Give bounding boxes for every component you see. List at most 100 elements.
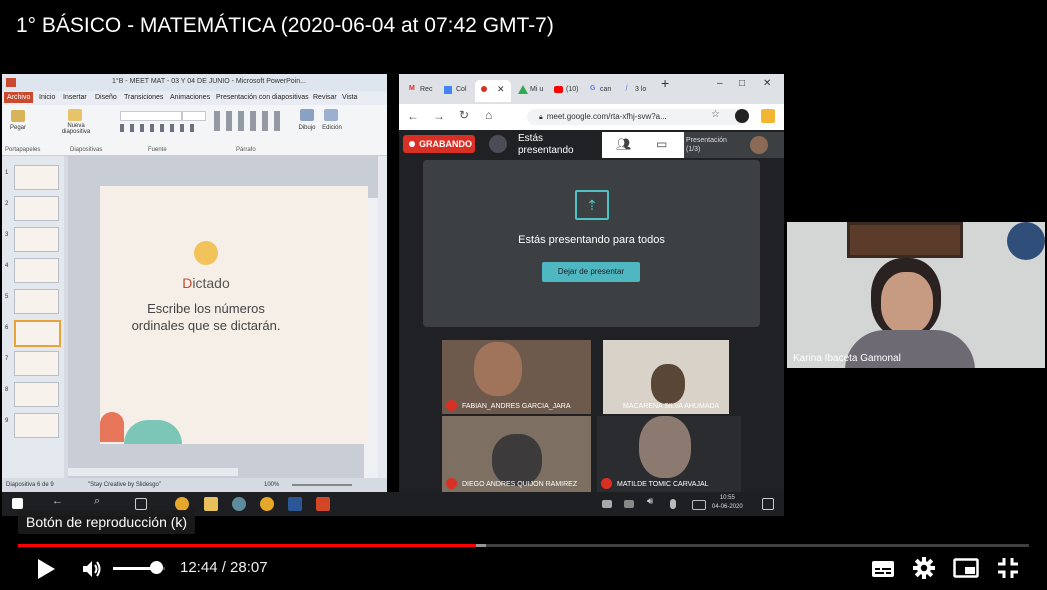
participant-tile[interactable]: MACARENA SILVA AHUMADA (603, 340, 729, 414)
app-taskbar-icon[interactable] (232, 497, 246, 511)
word-icon[interactable] (288, 497, 302, 511)
slide-thumbnail[interactable] (14, 258, 59, 283)
slide-subtitle-line-1: Escribe los números (147, 301, 265, 316)
microphone-icon[interactable] (670, 499, 676, 509)
back-arrow-icon[interactable]: ← (52, 495, 66, 509)
participant-tile[interactable]: DIEGO ANDRES QUIJON RAMIREZ (442, 416, 591, 492)
zoom-slider[interactable] (292, 484, 352, 486)
slide-thumbnail-pane[interactable]: 1 2 3 4 5 6 7 8 9 (2, 156, 64, 478)
reload-icon[interactable]: ↻ (459, 108, 469, 122)
slide-thumbnail[interactable] (14, 165, 59, 190)
minimize-button[interactable]: – (717, 78, 723, 89)
draw-icon[interactable] (300, 109, 314, 121)
google-icon: G (590, 85, 596, 92)
keyboard-icon[interactable] (692, 500, 706, 510)
slide-subtitle-line-2: ordinales que se dictarán. (131, 318, 281, 333)
speaker-icon[interactable]: 🔊︎ (647, 496, 661, 510)
back-arrow-icon[interactable]: ← (407, 109, 419, 123)
ppt-menu-revisar[interactable]: Revisar (313, 94, 337, 101)
ppt-menu-presentacion[interactable]: Presentación con diapositivas (216, 94, 309, 101)
taskbar-clock[interactable]: 10:55 04-06-2020 (712, 494, 743, 512)
exit-fullscreen-button[interactable] (997, 557, 1019, 579)
tab-title: (10) (566, 86, 579, 93)
slide-thumbnail[interactable] (14, 413, 59, 438)
font-size-field[interactable] (182, 111, 206, 121)
browser-tab[interactable]: Col (439, 80, 473, 102)
battery-icon[interactable] (624, 500, 634, 508)
new-slide-button[interactable]: Nueva diapositiva (56, 123, 96, 135)
slide-thumbnail-selected[interactable] (14, 320, 61, 347)
ppt-menu-animaciones[interactable]: Animaciones (170, 94, 210, 101)
paste-button[interactable]: Pegar (6, 125, 30, 131)
search-icon[interactable]: ⌕ (94, 495, 108, 509)
meet-topbar: GRABANDO Estás presentando 👥︎ ▭ Presenta… (399, 130, 784, 158)
slide-thumbnail[interactable] (14, 289, 59, 314)
edit-icon[interactable] (324, 109, 338, 121)
font-name-field[interactable] (120, 111, 182, 121)
slide-thumbnail[interactable] (14, 382, 59, 407)
presenting-to-all-text: Estás presentando para todos (518, 234, 665, 246)
tab-title: Col (456, 86, 467, 93)
slide-count: Diapositiva 6 de 9 (6, 482, 54, 488)
ppt-menu-archivo[interactable]: Archivo (4, 92, 34, 103)
extension-icon[interactable] (735, 109, 749, 123)
ppt-titlebar: 1°B - MEET MAT - 03 Y 04 DE JUNIO - Micr… (2, 74, 387, 91)
miniplayer-button[interactable] (953, 558, 979, 578)
chrome-taskbar-icon[interactable] (175, 497, 189, 511)
powerpoint-icon[interactable] (316, 497, 330, 511)
home-icon[interactable]: ⌂ (485, 108, 492, 122)
new-tab-button[interactable]: + (661, 75, 669, 91)
slide-thumbnail[interactable] (14, 351, 59, 376)
muted-mic-icon (446, 400, 457, 411)
yellow-circle-decoration (194, 241, 218, 265)
bookmark-star-icon[interactable]: ☆ (711, 109, 720, 120)
paste-icon[interactable] (11, 110, 25, 122)
font-format-buttons[interactable] (120, 124, 200, 132)
chat-icon[interactable]: ▭ (656, 137, 667, 151)
browser-tab-active[interactable]: ✕ (475, 80, 511, 102)
volume-knob[interactable] (150, 561, 163, 574)
presentation-tile[interactable]: Presentación (1/3) (684, 132, 784, 158)
ppt-horizontal-scrollbar[interactable] (68, 468, 238, 476)
file-explorer-icon[interactable] (204, 497, 218, 511)
network-icon[interactable] (602, 500, 612, 508)
stop-presenting-button[interactable]: Dejar de presentar (542, 262, 640, 282)
paragraph-buttons[interactable] (214, 111, 284, 131)
mute-button[interactable] (80, 557, 104, 581)
ppt-menu-transiciones[interactable]: Transiciones (124, 94, 163, 101)
windows-start-icon[interactable] (12, 498, 23, 509)
ppt-menu-insertar[interactable]: Insertar (63, 94, 87, 101)
browser-tab[interactable]: (10) (549, 80, 583, 102)
browser-tab[interactable]: Gcan (585, 80, 619, 102)
task-view-icon[interactable] (135, 498, 147, 510)
tab-title: can (600, 86, 612, 93)
forward-arrow-icon[interactable]: → (433, 109, 445, 123)
close-tab-icon[interactable]: ✕ (497, 84, 505, 95)
close-window-button[interactable]: ✕ (763, 78, 771, 89)
profile-icon[interactable] (761, 109, 775, 123)
edit-button[interactable]: Edición (318, 125, 346, 131)
tab-title: 3 lo (635, 86, 647, 93)
new-slide-icon[interactable] (68, 109, 82, 121)
participant-video (474, 342, 522, 396)
browser-tab[interactable]: Mi u (513, 80, 547, 102)
slide-thumbnail[interactable] (14, 196, 59, 221)
subtitles-button[interactable] (871, 559, 895, 579)
participant-tile[interactable]: MATILDE TOMIC CARVAJAL (597, 416, 741, 492)
recording-dot-icon (481, 86, 487, 92)
participant-tile[interactable]: FABIAN_ANDRES GARCIA_JARA (442, 340, 591, 414)
notifications-icon[interactable] (762, 498, 774, 510)
settings-button[interactable] (913, 557, 935, 579)
ppt-menu-diseno[interactable]: Diseño (95, 94, 117, 101)
slide-thumbnail[interactable] (14, 227, 59, 252)
browser-tab[interactable]: j 3 lo (621, 80, 655, 102)
slide-number: 4 (5, 263, 9, 269)
maximize-button[interactable]: □ (739, 78, 745, 89)
ppt-menu-vista[interactable]: Vista (342, 94, 357, 101)
play-button[interactable] (36, 558, 56, 580)
people-icon[interactable]: 👥︎ (616, 137, 631, 151)
ppt-vertical-scrollbar[interactable] (378, 156, 387, 478)
ppt-menu-inicio[interactable]: Inicio (39, 94, 55, 101)
browser-tab[interactable]: M Rec (403, 80, 437, 102)
chrome-taskbar-icon[interactable] (260, 497, 274, 511)
